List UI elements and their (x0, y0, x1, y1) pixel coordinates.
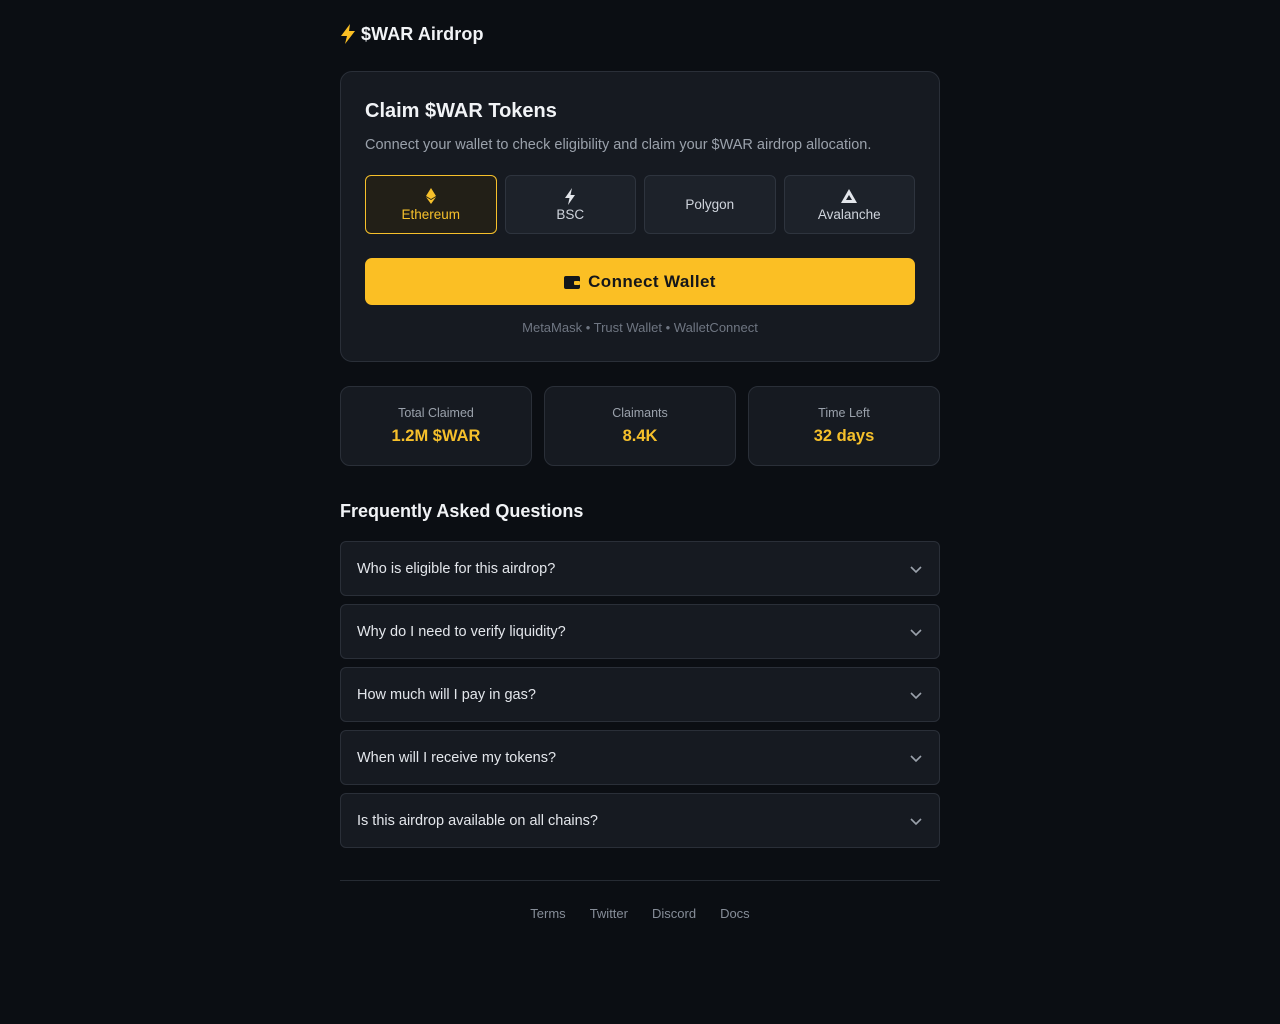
avalanche-icon (841, 187, 858, 205)
chevron-down-icon (910, 817, 922, 825)
stat-label: Total Claimed (398, 406, 474, 420)
footer-link-twitter[interactable]: Twitter (590, 906, 628, 921)
stat-total-claimed: Total Claimed 1.2M $WAR (340, 386, 532, 466)
faq-list: Who is eligible for this airdrop? Why do… (340, 541, 940, 856)
chevron-down-icon (910, 754, 922, 762)
faq-question: Who is eligible for this airdrop? (357, 560, 556, 577)
claim-title: Claim $WAR Tokens (365, 100, 557, 122)
brand-name: $WAR Airdrop (361, 23, 484, 44)
ethereum-icon (425, 187, 436, 205)
claim-subtitle: Connect your wallet to check eligibility… (365, 137, 872, 153)
chain-option-bsc[interactable]: BSC (504, 175, 636, 234)
claim-card: Claim $WAR Tokens Connect your wallet to… (340, 71, 940, 362)
chevron-down-icon (910, 565, 922, 573)
faq-title: Frequently Asked Questions (340, 501, 584, 521)
faq-item[interactable]: Why do I need to verify liquidity? (340, 604, 940, 659)
chain-option-polygon[interactable]: Polygon (644, 175, 776, 234)
supported-wallets: MetaMask • Trust Wallet • WalletConnect (522, 320, 758, 335)
footer-link-discord[interactable]: Discord (652, 906, 696, 921)
faq-question: Is this airdrop available on all chains? (357, 812, 598, 829)
chain-option-ethereum[interactable]: Ethereum (365, 175, 497, 234)
faq-question: When will I receive my tokens? (357, 749, 557, 766)
stat-claimants: Claimants 8.4K (544, 386, 736, 466)
footer-link-docs[interactable]: Docs (720, 906, 750, 921)
chain-label: Ethereum (401, 207, 461, 222)
chain-label: Avalanche (817, 207, 881, 222)
stat-time-left: Time Left 32 days (748, 386, 940, 466)
lightning-bolt-icon (564, 187, 576, 205)
faq-item[interactable]: Is this airdrop available on all chains? (340, 793, 940, 848)
chain-option-avalanche[interactable]: Avalanche (783, 175, 915, 234)
faq-question: Why do I need to verify liquidity? (357, 623, 566, 640)
stats-row: Total Claimed 1.2M $WAR Claimants 8.4K T… (340, 386, 940, 466)
stat-value: 1.2M $WAR (391, 427, 481, 445)
stat-value: 32 days (813, 427, 875, 445)
stat-value: 8.4K (622, 427, 658, 445)
chain-selector: Ethereum BSC Polygon Avalanche (365, 175, 915, 234)
brand-header: $WAR Airdrop (338, 22, 484, 46)
connect-wallet-button[interactable]: Connect Wallet (365, 258, 915, 305)
stat-label: Time Left (818, 406, 870, 420)
lightning-bolt-icon (341, 24, 355, 44)
footer-link-terms[interactable]: Terms (530, 906, 565, 921)
chevron-down-icon (910, 691, 922, 699)
wallet-icon (564, 275, 581, 289)
faq-question: How much will I pay in gas? (357, 686, 536, 703)
chevron-down-icon (910, 628, 922, 636)
faq-item[interactable]: How much will I pay in gas? (340, 667, 940, 722)
faq-item[interactable]: When will I receive my tokens? (340, 730, 940, 785)
footer-links: Terms Twitter Discord Docs (340, 906, 940, 921)
chain-label: BSC (556, 207, 585, 222)
faq-item[interactable]: Who is eligible for this airdrop? (340, 541, 940, 596)
chain-label: Polygon (685, 197, 735, 212)
stat-label: Claimants (612, 406, 668, 420)
connect-wallet-label: Connect Wallet (588, 271, 716, 291)
footer-divider (340, 880, 940, 881)
